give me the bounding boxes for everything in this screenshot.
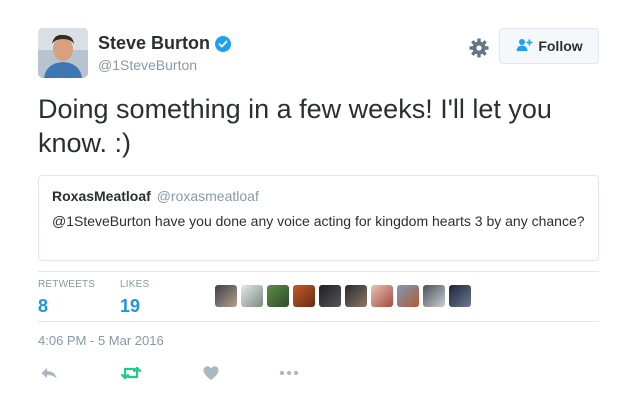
quoted-tweet-header: RoxasMeatloaf @roxasmeatloaf <box>52 188 585 204</box>
follow-button[interactable]: Follow <box>499 28 599 64</box>
tweet-text: Doing something in a few weeks! I'll let… <box>38 94 552 158</box>
follow-button-label: Follow <box>538 38 583 54</box>
quoted-author-name: RoxasMeatloaf <box>52 188 151 204</box>
author-handle[interactable]: @1SteveBurton <box>98 57 197 73</box>
quoted-author-handle: @roxasmeatloaf <box>156 188 259 204</box>
liker-avatar[interactable] <box>449 285 471 307</box>
likes-stat[interactable]: LIKES 19 <box>120 279 149 317</box>
retweets-count: 8 <box>38 296 49 316</box>
likes-label: LIKES <box>120 279 150 290</box>
quoted-tweet[interactable]: RoxasMeatloaf @roxasmeatloaf @1SteveBurt… <box>38 175 599 261</box>
author-avatar[interactable] <box>38 28 88 78</box>
retweets-label: RETWEETS <box>38 279 96 290</box>
likes-count: 19 <box>120 296 141 316</box>
liker-avatar[interactable] <box>215 285 237 307</box>
liker-avatar[interactable] <box>267 285 289 307</box>
heart-icon[interactable] <box>200 362 222 384</box>
liker-avatar[interactable] <box>241 285 263 307</box>
liked-by-avatars <box>215 285 471 307</box>
tweet-timestamp[interactable]: 4:06 PM - 5 Mar 2016 <box>38 333 164 348</box>
add-user-icon <box>515 38 533 55</box>
reply-icon[interactable] <box>38 362 60 384</box>
liker-avatar[interactable] <box>293 285 315 307</box>
retweet-icon[interactable] <box>120 362 142 384</box>
tweet-header: Steve Burton @1SteveBurton Follow <box>38 28 599 78</box>
liker-avatar[interactable] <box>319 285 341 307</box>
gear-icon[interactable] <box>467 36 491 60</box>
author-name-row: Steve Burton <box>98 33 232 54</box>
liker-avatar[interactable] <box>371 285 393 307</box>
retweets-stat[interactable]: RETWEETS 8 <box>38 279 95 317</box>
liker-avatar[interactable] <box>423 285 445 307</box>
divider <box>38 321 599 322</box>
author-name[interactable]: Steve Burton <box>98 33 210 54</box>
verified-badge-icon <box>215 35 232 52</box>
quoted-tweet-text: @1SteveBurton have you done any voice ac… <box>52 213 585 229</box>
divider <box>38 271 599 272</box>
liker-avatar[interactable] <box>397 285 419 307</box>
liker-avatar[interactable] <box>345 285 367 307</box>
more-dots-icon[interactable] <box>278 362 300 384</box>
